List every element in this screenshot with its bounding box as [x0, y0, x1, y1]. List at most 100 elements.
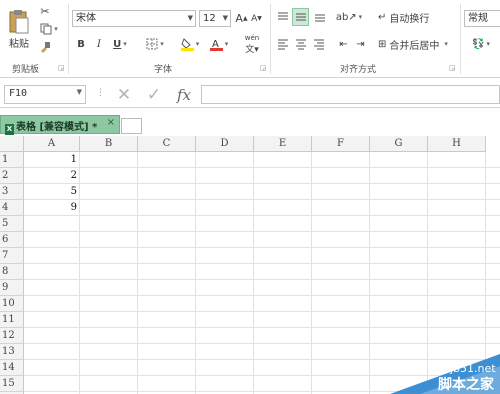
chevron-down-icon: ▼: [187, 14, 193, 22]
row-header-8[interactable]: 8: [0, 264, 24, 280]
column-header-d[interactable]: D: [196, 136, 254, 152]
merge-center-button[interactable]: ⊞ 合并后居中 ▾: [378, 36, 458, 52]
column-header-g[interactable]: G: [370, 136, 428, 152]
clipboard-group-label: 剪贴板: [12, 65, 40, 75]
decrease-indent-icon: ⇤: [339, 38, 348, 50]
chevron-down-icon: ▼: [76, 88, 82, 96]
align-right-button[interactable]: [311, 36, 326, 52]
insert-function-button[interactable]: fx: [172, 84, 196, 105]
row-header-12[interactable]: 12: [0, 328, 24, 344]
font-color-icon: A: [209, 39, 223, 51]
cell-a2[interactable]: 2: [24, 168, 80, 183]
formula-input[interactable]: [201, 85, 500, 104]
align-left-button[interactable]: [275, 36, 290, 52]
align-center-icon: [295, 39, 306, 50]
decrease-indent-button[interactable]: ⇤: [336, 36, 351, 52]
formula-bar: F10 ▼ ⋮ ✕ ✓ fx: [0, 80, 500, 108]
row-header-13[interactable]: 13: [0, 344, 24, 360]
underline-button[interactable]: U ▾: [108, 36, 132, 52]
phonetic-char-icon: 文▾: [245, 44, 259, 55]
copy-button[interactable]: ▾: [38, 22, 60, 36]
orientation-button[interactable]: ab↗ ▾: [336, 9, 362, 25]
cell-a4[interactable]: 9: [24, 200, 80, 215]
row-header-11[interactable]: 11: [0, 312, 24, 328]
column-header-e[interactable]: E: [254, 136, 312, 152]
check-icon: ✓: [146, 84, 162, 105]
paste-button[interactable]: 粘贴: [6, 4, 32, 54]
row-header-6[interactable]: 6: [0, 232, 24, 248]
cancel-entry-button[interactable]: ✕: [112, 84, 136, 105]
formula-bar-grip-icon[interactable]: ⋮: [96, 88, 105, 98]
chevron-down-icon: ▾: [224, 40, 229, 48]
row-header-1[interactable]: 1: [0, 152, 24, 168]
row-header-5[interactable]: 5: [0, 216, 24, 232]
fill-color-button[interactable]: ▾: [177, 36, 203, 52]
align-left-icon: [277, 39, 288, 50]
grow-font-label: A: [235, 12, 243, 25]
divider: [68, 4, 69, 74]
column-header-c[interactable]: C: [138, 136, 196, 152]
row-header-15[interactable]: 15: [0, 376, 24, 392]
bold-button[interactable]: B: [74, 36, 88, 52]
align-right-icon: [313, 39, 324, 50]
column-header-b[interactable]: B: [80, 136, 138, 152]
font-size-combo[interactable]: 12 ▼: [199, 10, 231, 27]
cut-button[interactable]: ✂: [38, 4, 52, 18]
align-bottom-button[interactable]: [312, 9, 327, 25]
new-tab-button[interactable]: [121, 118, 142, 134]
watermark: jb51.net 脚本之家: [390, 354, 500, 394]
name-box[interactable]: F10 ▼: [4, 85, 86, 104]
wrap-text-icon: ↵: [378, 11, 387, 23]
chevron-down-icon: ▾: [160, 40, 164, 48]
align-top-button[interactable]: [275, 9, 290, 25]
paste-label: 粘贴: [9, 38, 29, 50]
wrap-text-button[interactable]: ↵ 自动换行: [378, 9, 438, 25]
row-header-14[interactable]: 14: [0, 360, 24, 376]
column-header-a[interactable]: A: [24, 136, 80, 152]
font-launcher-icon[interactable]: ◲: [260, 64, 267, 72]
grow-font-button[interactable]: A ▲: [235, 10, 248, 27]
caret-up-icon: ▲: [242, 15, 248, 22]
grid-row-line: [24, 279, 500, 280]
font-name-combo[interactable]: 宋体 ▼: [72, 10, 196, 27]
italic-button[interactable]: I: [92, 36, 106, 52]
align-middle-button[interactable]: [292, 8, 309, 26]
cell-a3[interactable]: 5: [24, 184, 80, 199]
alignment-launcher-icon[interactable]: ◲: [449, 64, 456, 72]
document-tab[interactable]: X 表格 [兼容模式] * ×: [0, 115, 120, 135]
chevron-down-icon: ▾: [123, 40, 127, 48]
row-header-2[interactable]: 2: [0, 168, 24, 184]
select-all-corner[interactable]: [0, 136, 24, 152]
borders-button[interactable]: ▾: [142, 36, 168, 52]
format-painter-button[interactable]: [38, 40, 52, 54]
row-header-3[interactable]: 3: [0, 184, 24, 200]
font-size-value: 12: [203, 13, 216, 24]
row-header-9[interactable]: 9: [0, 280, 24, 296]
row-header-7[interactable]: 7: [0, 248, 24, 264]
confirm-entry-button[interactable]: ✓: [142, 84, 166, 105]
row-header-4[interactable]: 4: [0, 200, 24, 216]
chevron-down-icon: ▾: [486, 40, 490, 48]
close-tab-icon[interactable]: ×: [107, 117, 115, 128]
grid-row-line: [24, 343, 500, 344]
chevron-down-icon: ▾: [195, 40, 200, 48]
currency-format-button[interactable]: 💱 ▾: [466, 36, 496, 52]
chevron-down-icon: ▼: [222, 14, 228, 22]
align-middle-icon: [295, 13, 306, 21]
column-header-h[interactable]: H: [428, 136, 486, 152]
grid-row-line: [24, 231, 500, 232]
phonetic-button[interactable]: wén 文▾: [240, 34, 264, 55]
wrap-text-label: 自动换行: [389, 13, 430, 25]
cell-a1[interactable]: 1: [24, 152, 80, 167]
column-header-f[interactable]: F: [312, 136, 370, 152]
align-center-button[interactable]: [293, 36, 308, 52]
orientation-icon: ab↗: [335, 11, 357, 23]
increase-indent-button[interactable]: ⇥: [353, 36, 368, 52]
font-color-button[interactable]: A ▾: [206, 36, 232, 52]
shrink-font-button[interactable]: A ▼: [250, 10, 263, 27]
excel-file-icon: X: [5, 124, 14, 135]
font-name-value: 宋体: [76, 13, 96, 24]
number-format-combo[interactable]: 常规: [464, 10, 500, 27]
clipboard-launcher-icon[interactable]: ◲: [58, 64, 65, 72]
row-header-10[interactable]: 10: [0, 296, 24, 312]
